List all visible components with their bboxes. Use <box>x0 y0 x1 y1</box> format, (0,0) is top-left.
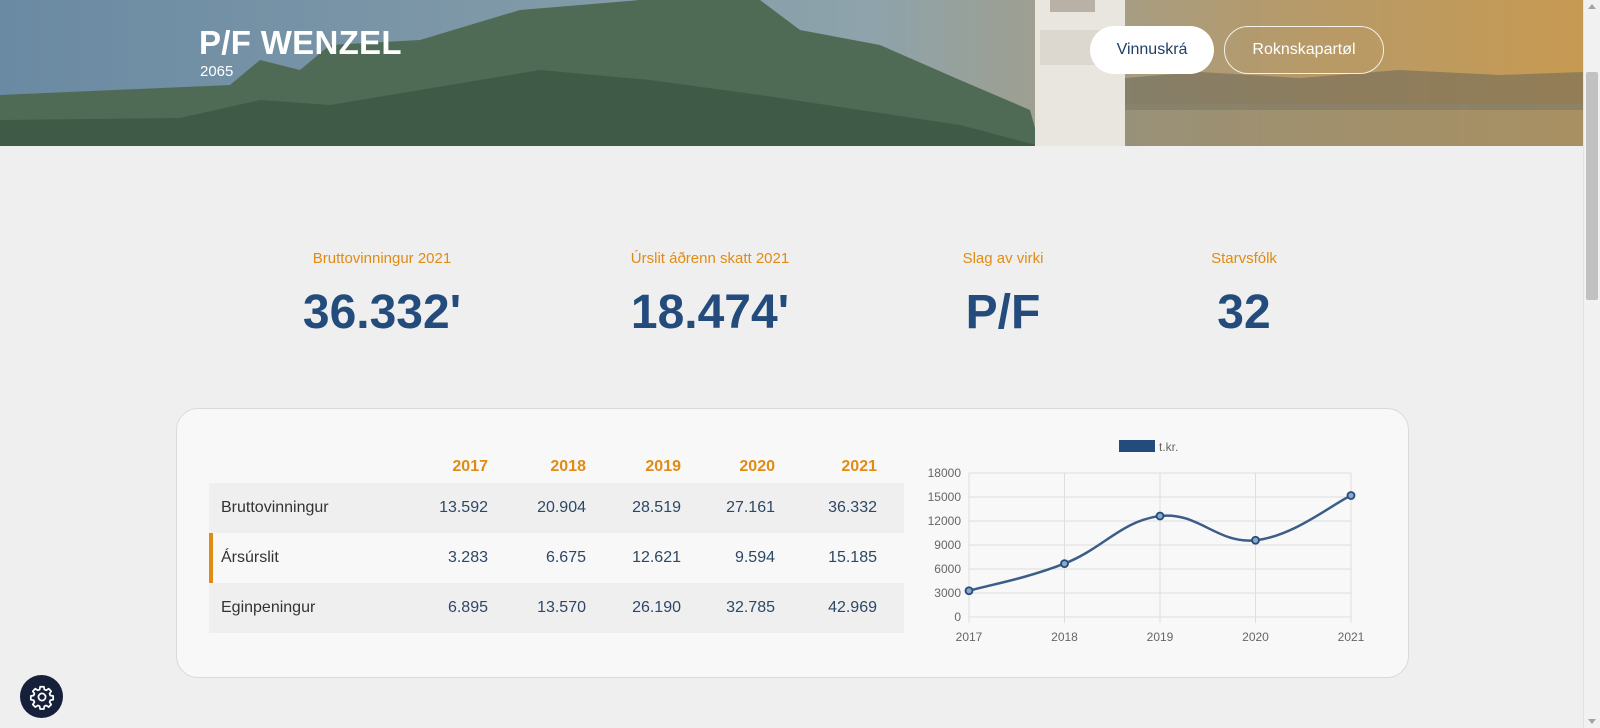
y-tick-label: 9000 <box>934 538 961 552</box>
vinnuskra-button[interactable]: Vinnuskrá <box>1090 26 1214 74</box>
table-cell: 6.895 <box>447 599 488 616</box>
table-cell: 3.283 <box>447 549 488 566</box>
table-cell: 27.161 <box>726 499 775 516</box>
legend-label: t.kr. <box>1159 440 1178 454</box>
kpi-value: 18.474' <box>630 286 790 339</box>
y-tick-label: 3000 <box>934 586 961 600</box>
table-cell: 9.594 <box>734 549 775 566</box>
table-cell: 15.185 <box>828 549 877 566</box>
settings-button[interactable] <box>20 675 63 718</box>
kpi-label: Bruttovinningur 2021 <box>312 250 452 267</box>
company-title: P/F WENZEL <box>199 24 402 61</box>
kpi-company-type: Slag av virki P/F <box>873 250 1133 340</box>
table-row-bruttovinningur: Bruttovinningur 13.592 20.904 28.519 27.… <box>209 483 904 533</box>
roknskapartol-button[interactable]: Roknskapartøl <box>1224 26 1384 74</box>
x-tick-label: 2017 <box>956 630 983 644</box>
table-row-eginpeningur: Eginpeningur 6.895 13.570 26.190 32.785 … <box>209 583 904 633</box>
gear-icon <box>29 685 54 710</box>
year-header-2019: 2019 <box>645 458 681 475</box>
year-header-2020: 2020 <box>739 458 775 475</box>
table-cell: 13.570 <box>537 599 586 616</box>
legend-swatch <box>1119 440 1155 452</box>
kpi-value: 36.332' <box>302 286 462 339</box>
data-point <box>964 586 974 596</box>
x-tick-label: 2019 <box>1147 630 1174 644</box>
kpi-value: 32 <box>1217 286 1271 339</box>
table-cell: 12.621 <box>632 549 681 566</box>
table-cell: 6.675 <box>545 549 586 566</box>
year-header-2021: 2021 <box>841 458 877 475</box>
table-cell: 20.904 <box>537 499 586 516</box>
y-tick-label: 6000 <box>934 562 961 576</box>
table-cell: 32.785 <box>726 599 775 616</box>
kpi-label: Úrslit áðrenn skatt 2021 <box>630 250 790 267</box>
table-row-arsurslit: Ársúrslit 3.283 6.675 12.621 9.594 15.18… <box>209 533 904 583</box>
table-cell: 26.190 <box>632 599 681 616</box>
data-point <box>1155 511 1165 521</box>
row-label: Ársúrslit <box>221 549 279 566</box>
row-highlight-bar <box>209 533 213 583</box>
scroll-up-arrow-icon[interactable] <box>1588 4 1596 9</box>
y-tick-label: 15000 <box>928 490 962 504</box>
table-cell: 36.332 <box>828 499 877 516</box>
hero-banner: P/F WENZEL 2065 Vinnuskrá Roknskapartøl <box>0 0 1583 146</box>
kpi-gross-profit: Bruttovinningur 2021 36.332' <box>252 250 512 340</box>
row-label: Bruttovinningur <box>221 499 329 516</box>
scroll-thumb[interactable] <box>1586 72 1598 300</box>
kpi-value: P/F <box>965 286 1041 339</box>
page-scrollbar[interactable] <box>1583 0 1600 728</box>
table-cell: 28.519 <box>632 499 681 516</box>
result-line-chart: 18000 15000 12000 9000 6000 3000 0 2017 2018 2019… <box>928 440 1365 644</box>
x-tick-label: 2021 <box>1338 630 1365 644</box>
year-header-2017: 2017 <box>452 458 488 475</box>
data-point <box>1060 559 1069 568</box>
y-tick-label: 18000 <box>928 466 962 480</box>
y-tick-label: 12000 <box>928 514 962 528</box>
company-number: 2065 <box>200 63 234 80</box>
kpi-label: Starvsfólk <box>1211 250 1277 267</box>
x-tick-label: 2018 <box>1051 630 1078 644</box>
kpi-label: Slag av virki <box>962 250 1044 267</box>
table-cell: 42.969 <box>828 599 877 616</box>
kpi-result-before-tax: Úrslit áðrenn skatt 2021 18.474' <box>580 250 840 340</box>
year-header-2018: 2018 <box>550 458 586 475</box>
scroll-down-arrow-icon[interactable] <box>1588 719 1596 724</box>
table-cell: 13.592 <box>439 499 488 516</box>
x-tick-label: 2020 <box>1242 630 1269 644</box>
row-label: Eginpeningur <box>221 599 316 616</box>
data-point <box>1346 491 1356 500</box>
y-tick-label: 0 <box>954 610 961 624</box>
kpi-employees: Starvsfólk 32 <box>1114 250 1374 340</box>
data-point <box>1251 535 1260 545</box>
